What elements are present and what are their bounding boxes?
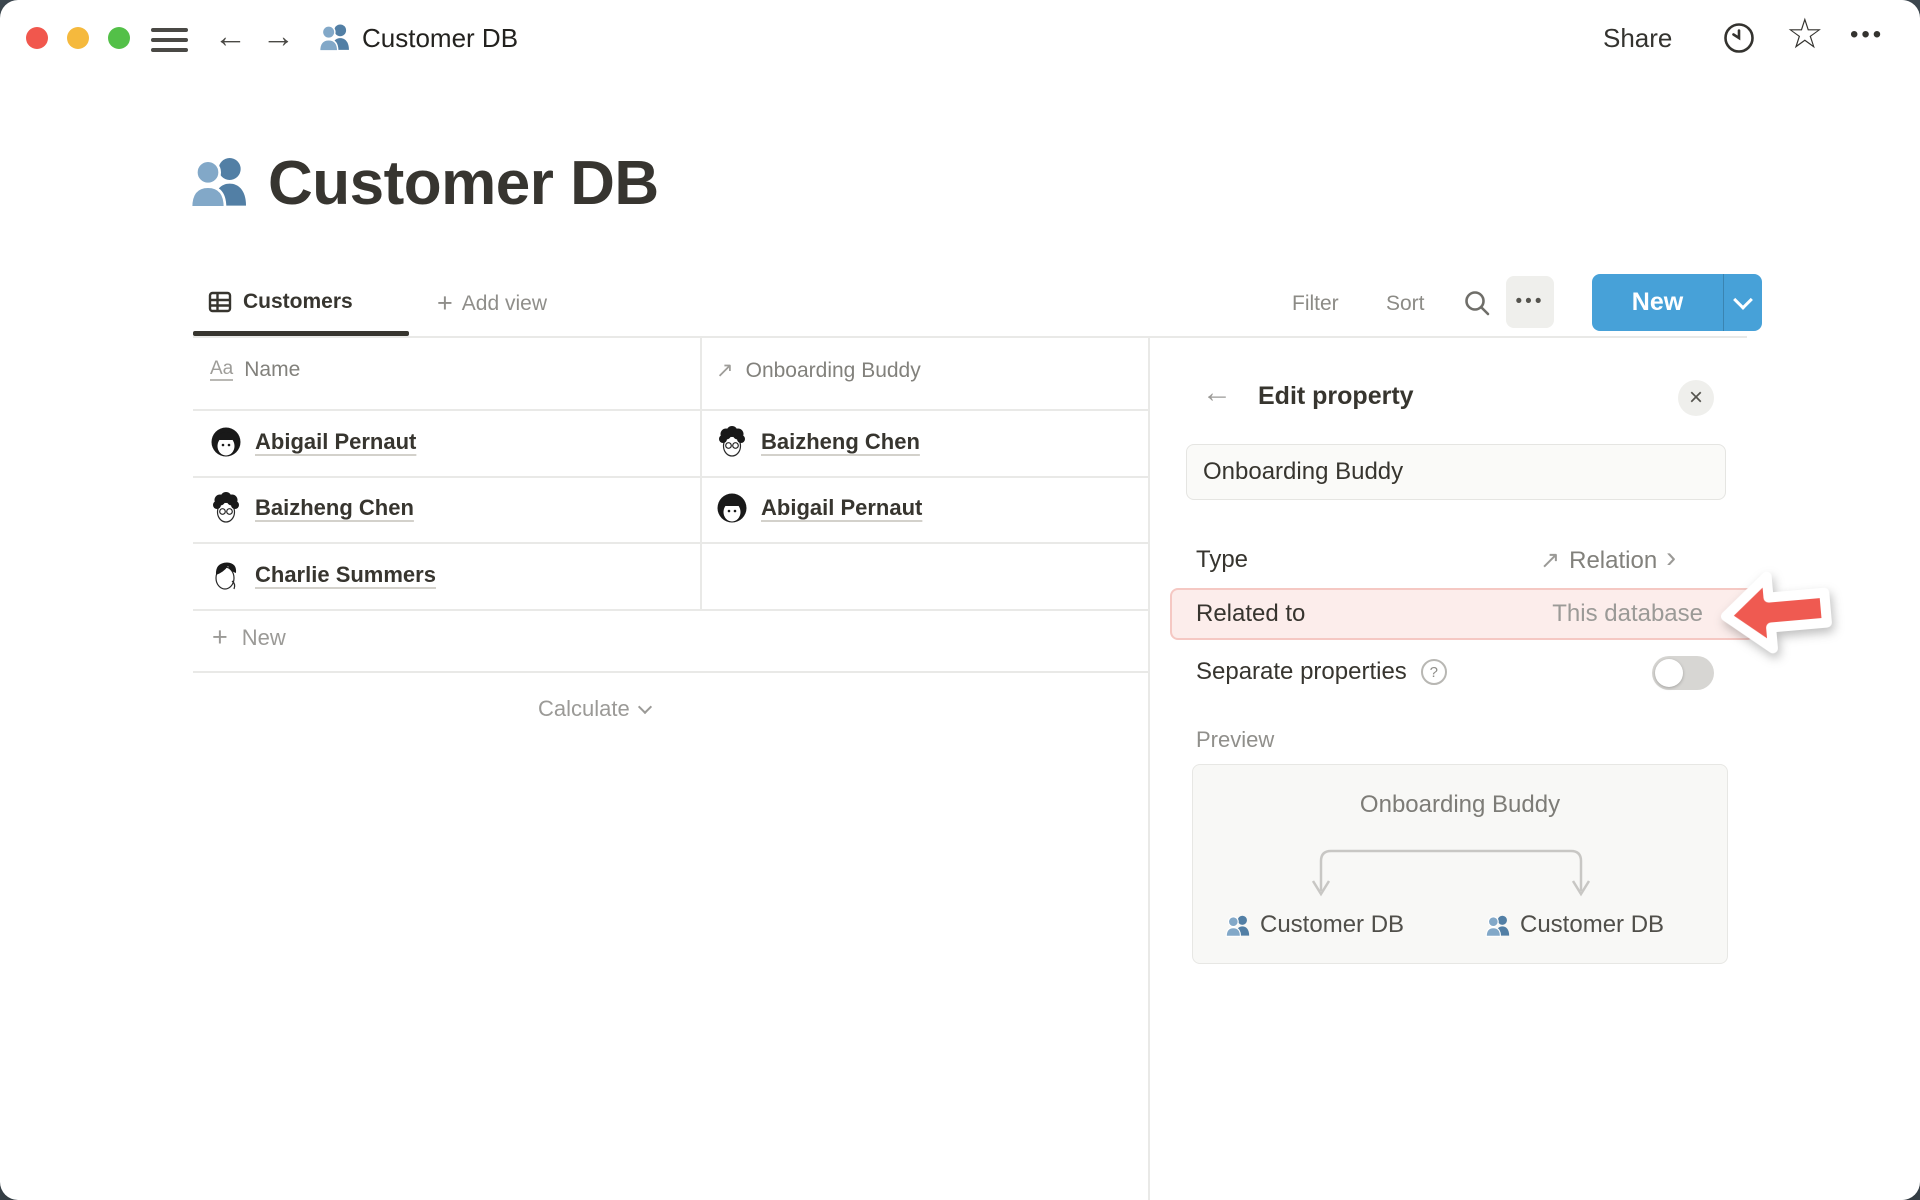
- page-title[interactable]: Customer DB: [268, 148, 659, 219]
- panel-title: Edit property: [1258, 382, 1414, 410]
- preview-box: Onboarding Buddy Customer DB Customer DB: [1192, 764, 1728, 964]
- page-people-icon[interactable]: [188, 154, 248, 214]
- breadcrumb-people-icon: [318, 22, 350, 57]
- minimize-window-button[interactable]: [67, 27, 89, 49]
- separate-properties-row: Separate properties ?: [1196, 658, 1447, 686]
- panel-divider: [1148, 337, 1150, 1200]
- avatar: [212, 492, 240, 523]
- preview-left-database: Customer DB: [1225, 911, 1404, 939]
- app-window: ← → Customer DB Share ☆ ••• Customer DB …: [0, 0, 1920, 1200]
- text-property-icon: Aa: [210, 358, 234, 381]
- view-options-button[interactable]: •••: [1506, 276, 1554, 328]
- chevron-down-icon: [1733, 289, 1753, 310]
- toggle-knob: [1655, 659, 1683, 687]
- avatar: [718, 426, 746, 457]
- close-window-button[interactable]: [26, 27, 48, 49]
- page-header: Customer DB: [188, 148, 659, 219]
- table-row-buddy-cell-empty[interactable]: [716, 559, 1146, 593]
- column-header-onboarding-buddy[interactable]: ↗ Onboarding Buddy: [716, 358, 921, 383]
- filter-button[interactable]: Filter: [1292, 292, 1339, 316]
- avatar: [717, 493, 747, 523]
- back-icon[interactable]: ←: [214, 19, 247, 52]
- calculate-button[interactable]: Calculate: [538, 696, 652, 722]
- table-row-name-cell[interactable]: Charlie Summers: [210, 559, 436, 591]
- preview-right-database: Customer DB: [1485, 911, 1664, 939]
- plus-icon: +: [437, 288, 453, 318]
- table-view-icon: [208, 291, 232, 313]
- chevron-right-icon: ›: [1666, 540, 1677, 574]
- tab-label: Customers: [243, 290, 353, 313]
- share-button[interactable]: Share: [1603, 23, 1672, 54]
- preview-label: Preview: [1196, 727, 1275, 752]
- table-row-name-cell[interactable]: Abigail Pernaut: [210, 426, 416, 458]
- plus-icon: +: [212, 622, 228, 652]
- more-options-icon[interactable]: •••: [1850, 21, 1884, 49]
- help-icon[interactable]: ?: [1420, 659, 1447, 685]
- chevron-down-icon: [637, 699, 652, 715]
- column-header-name[interactable]: Aa Name: [210, 358, 300, 382]
- new-button-label: New: [1631, 288, 1684, 316]
- forward-icon[interactable]: →: [262, 19, 295, 52]
- separate-properties-toggle[interactable]: [1652, 656, 1714, 690]
- add-view-button[interactable]: + Add view: [437, 290, 547, 317]
- toolbar-divider: [193, 336, 1747, 338]
- related-to-value: This database: [1552, 600, 1703, 627]
- sort-button[interactable]: Sort: [1386, 292, 1425, 316]
- annotation-arrow: [1714, 557, 1839, 672]
- panel-back-icon[interactable]: ←: [1202, 378, 1232, 408]
- table-row-name-cell[interactable]: Baizheng Chen: [210, 492, 414, 524]
- type-label: Type: [1196, 546, 1249, 573]
- zoom-window-button[interactable]: [108, 27, 130, 49]
- type-row[interactable]: ↗ Relation ›: [1540, 540, 1677, 575]
- table-row-buddy-cell[interactable]: Abigail Pernaut: [716, 492, 922, 524]
- table-row-buddy-cell[interactable]: Baizheng Chen: [716, 426, 920, 458]
- favorite-star-icon[interactable]: ☆: [1786, 9, 1824, 58]
- close-icon[interactable]: ×: [1678, 380, 1714, 416]
- tab-customers[interactable]: Customers: [208, 290, 353, 314]
- search-icon[interactable]: [1462, 288, 1492, 323]
- property-name-input[interactable]: [1186, 444, 1726, 500]
- relation-icon: ↗: [1540, 547, 1561, 574]
- sidebar-menu-icon[interactable]: [151, 22, 188, 58]
- new-button[interactable]: New: [1592, 274, 1762, 331]
- new-dropdown-button[interactable]: [1724, 289, 1762, 310]
- breadcrumb[interactable]: Customer DB: [362, 23, 518, 54]
- column-divider[interactable]: [700, 337, 702, 610]
- history-icon[interactable]: [1722, 21, 1756, 60]
- people-icon: [1225, 914, 1250, 937]
- ellipsis-icon: •••: [1515, 291, 1545, 312]
- avatar: [215, 561, 237, 590]
- new-row-button[interactable]: + New: [212, 624, 286, 651]
- relation-property-icon: ↗: [716, 359, 734, 382]
- related-to-row[interactable]: Related to This database: [1170, 588, 1755, 640]
- people-icon: [1485, 914, 1510, 937]
- active-tab-underline: [193, 331, 409, 336]
- avatar: [211, 427, 241, 457]
